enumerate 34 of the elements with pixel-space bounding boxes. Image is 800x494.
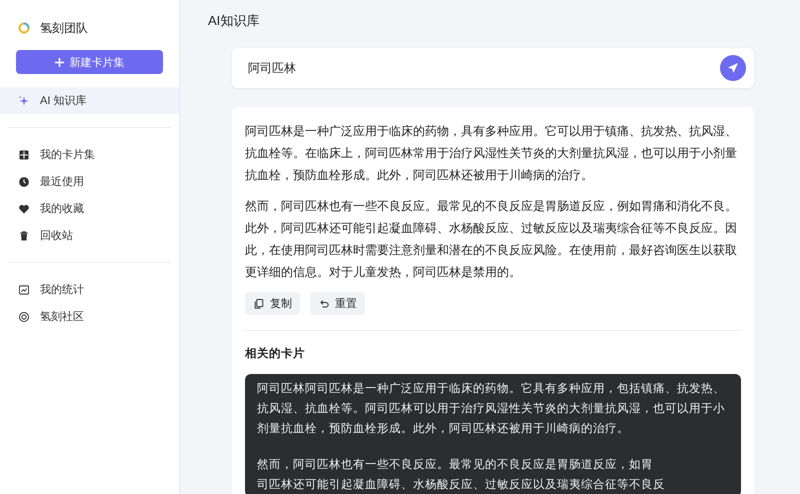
heart-icon (18, 202, 30, 214)
target-icon (18, 310, 30, 322)
chart-icon (18, 284, 30, 296)
copy-icon (253, 298, 265, 310)
search-field[interactable]: 阿司匹林 (232, 48, 754, 88)
new-card-set-button[interactable]: 新建卡片集 (16, 50, 163, 74)
clock-icon (18, 176, 30, 188)
grid-icon (18, 148, 30, 160)
sidebar-item[interactable]: 我的卡片集 (0, 141, 179, 168)
related-card[interactable]: 阿司匹林阿司匹林是一种广泛应用于临床的药物。它具有多种应用，包括镇痛、抗发热、抗风湿、抗血栓等。阿司匹林可以用于治疗风湿性关节炎的大剂量抗风湿，也可以用于小剂量抗血栓，预防血栓形成。此外，阿司匹林还被用于川崎病的治疗。 然而，阿司匹林也有一些不良反应。最常见的不良反应是胃肠道反应，如胃 司匹林还可能引起凝血障碍、水杨酸反应、过敏反应以及瑞夷综合征等不良反 (245, 374, 741, 494)
trash-icon (18, 230, 30, 242)
team-name: 氢刻团队 (40, 20, 88, 36)
plus-icon (54, 58, 64, 66)
sidebar-item[interactable]: AI 知识库 (0, 87, 179, 114)
undo-icon (318, 298, 330, 310)
page-title: AI知识库 (208, 12, 260, 30)
logo-icon (18, 22, 30, 34)
sidebar-item[interactable]: 回收站 (0, 222, 179, 249)
sparkle-icon (18, 94, 30, 106)
send-button[interactable] (720, 55, 746, 81)
sidebar-item[interactable]: 最近使用 (0, 168, 179, 195)
section-title: 相关的卡片 (245, 346, 306, 362)
answer-paragraph: 阿司匹林是一种广泛应用于临床的药物，具有多种应用。它可以用于镇痛、抗发热、抗风湿、抗血栓等。在临床上，阿司匹林常用于治疗风湿性关节炎的大剂量抗风湿，也可以用于小剂量抗血栓，预防血栓形成。此外，阿司匹林还被用于川崎病的治疗。 (245, 123, 738, 184)
sidebar-item[interactable]: 我的统计 (0, 276, 179, 303)
send-icon (727, 62, 739, 74)
answer-paragraph: 然而，阿司匹林也有一些不良反应。最常见的不良反应是胃肠道反应，例如胃痛和消化不良。此外，阿司匹林还可能引起凝血障碍、水杨酸反应、过敏反应以及瑞夷综合征等不良反应。因此，在使用阿司匹林时需要注意剂量和潜在的不良反应风险。在使用前，最好咨询医生以获取更详细的信息。对于儿童发热，阿司匹林是禁用的。 (245, 198, 738, 281)
sidebar-item[interactable]: 我的收藏 (0, 195, 179, 222)
card-paragraph: 阿司匹林阿司匹林是一种广泛应用于临床的药物。它具有多种应用，包括镇痛、抗发热、抗风湿、抗血栓等。阿司匹林可以用于治疗风湿性关节炎的大剂量抗风湿，也可以用于小剂量抗血栓，预防血栓形成。此外，阿司匹林还被用于川崎病的治疗。 (257, 381, 726, 437)
sidebar-item[interactable]: 氢刻社区 (0, 303, 179, 330)
search-input[interactable]: 阿司匹林 (246, 60, 712, 76)
card-text-line: 然而，阿司匹林也有一些不良反应。最常见的不良反应是胃肠道反应，如胃 (257, 458, 654, 473)
action-button[interactable]: 复制 (245, 292, 300, 315)
card-text-line: 司匹林还可能引起凝血障碍、水杨酸反应、过敏反应以及瑞夷综合征等不良反 (257, 478, 666, 493)
action-button[interactable]: 重置 (310, 292, 365, 315)
